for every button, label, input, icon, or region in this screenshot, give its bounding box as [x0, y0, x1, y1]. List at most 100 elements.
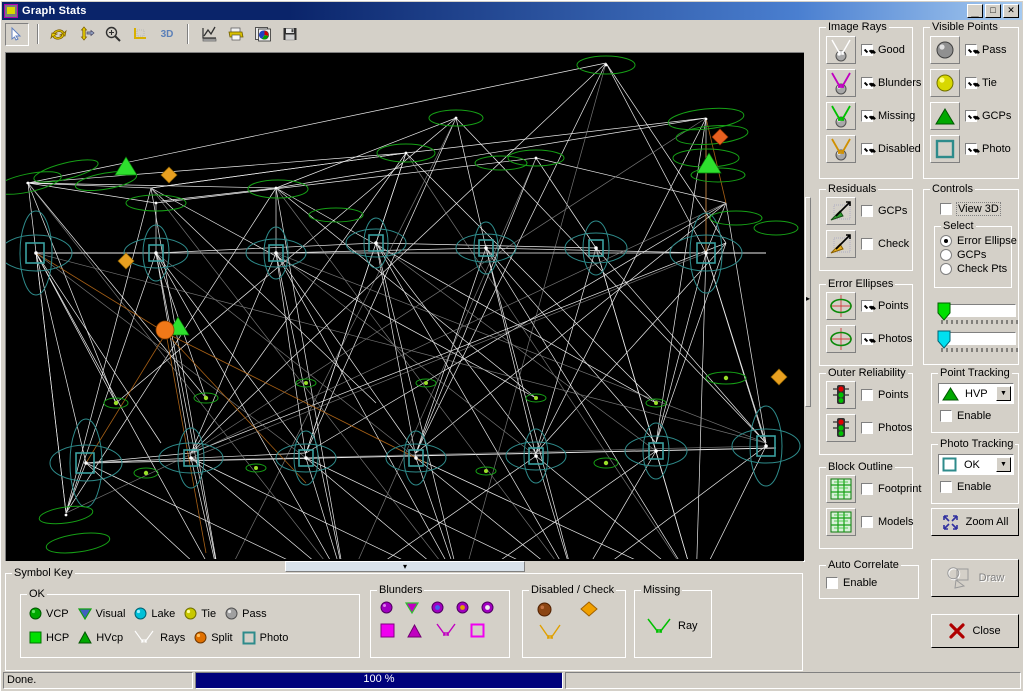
splitter-grip-horizontal[interactable]: ▾	[285, 561, 525, 572]
symbol-key-disabled-check-group: Disabled / Check	[522, 584, 626, 658]
error-ellipses-points-button[interactable]	[826, 292, 856, 320]
key-label: VCP	[46, 607, 69, 620]
key-label: HCP	[46, 631, 70, 644]
triangle-up-icon	[407, 623, 422, 637]
slider-track[interactable]	[944, 332, 1016, 345]
key-label: Ray	[678, 620, 698, 632]
traffic-light-icon	[833, 385, 849, 404]
ray-scale-slider[interactable]	[930, 330, 1018, 354]
key-split: Split	[194, 631, 233, 644]
select-error-ellipse-radio[interactable]	[940, 235, 952, 247]
key-visual: Visual	[77, 607, 125, 620]
select-check-pts-radio[interactable]	[940, 263, 952, 275]
rays-blunders-checkbox[interactable]	[861, 77, 873, 89]
rays-good-checkbox[interactable]	[861, 44, 873, 56]
print-button[interactable]	[224, 23, 248, 46]
rays-missing-button[interactable]	[826, 102, 856, 130]
error-ellipses-legend: Error Ellipses	[826, 278, 896, 290]
visible-points-pass-checkbox[interactable]	[965, 44, 977, 56]
vertical-splitter[interactable]: ▸	[804, 52, 812, 560]
chevron-down-icon[interactable]: ▼	[996, 457, 1011, 472]
view-3d-button[interactable]: 3D	[155, 23, 179, 46]
footprint-icon	[830, 478, 852, 500]
visible-points-row-pass: Pass	[930, 36, 1011, 64]
graph-button[interactable]	[197, 23, 221, 46]
select-gcps-radio[interactable]	[940, 249, 952, 261]
residuals-gcps-button[interactable]	[826, 197, 856, 225]
pan-move-button[interactable]	[74, 23, 98, 46]
horizontal-splitter[interactable]: ▾	[5, 561, 803, 572]
outer-reliability-points-button[interactable]	[826, 381, 856, 409]
circle-icon	[134, 607, 147, 620]
rays-blunders-button[interactable]	[826, 69, 856, 97]
symbol-key-blunders-group: Blunders	[370, 584, 510, 658]
photo-tracking-combo[interactable]: OK ▼	[938, 454, 1014, 475]
draw-button[interactable]: Draw	[931, 559, 1019, 597]
error-ellipses-photos-checkbox[interactable]	[861, 333, 873, 345]
error-ellipses-photos-button[interactable]	[826, 325, 856, 353]
point-tracking-enable-checkbox[interactable]	[940, 410, 952, 422]
zoom-button[interactable]	[101, 23, 125, 46]
visible-points-photo-button[interactable]	[930, 135, 960, 163]
slider-thumb[interactable]	[937, 302, 951, 321]
residuals-group: Residuals GCPs Check	[819, 183, 913, 271]
select-group: Select Error Ellipse GCPs Check Pts	[934, 220, 1017, 288]
block-outline-footprint-checkbox[interactable]	[861, 483, 873, 495]
close-button[interactable]: ✕	[1003, 4, 1019, 18]
visible-points-tie-checkbox[interactable]	[965, 77, 977, 89]
rays-disabled-checkbox[interactable]	[861, 143, 873, 155]
outer-reliability-photos-checkbox[interactable]	[861, 422, 873, 434]
save-button[interactable]	[278, 23, 302, 46]
rays-good-button[interactable]	[826, 36, 856, 64]
graph-canvas[interactable]	[5, 52, 805, 562]
close-action-button[interactable]: Close	[931, 614, 1019, 648]
outer-reliability-photos-button[interactable]	[826, 414, 856, 442]
palette-button[interactable]	[251, 23, 275, 46]
visible-points-tie-button[interactable]	[930, 69, 960, 97]
maximize-button[interactable]: □	[985, 4, 1001, 18]
triangle-icon	[942, 387, 959, 401]
photo-tracking-enable-row: Enable	[940, 481, 991, 493]
visible-points-gcps-checkbox[interactable]	[965, 110, 977, 122]
chevron-right-icon[interactable]: ▸	[805, 295, 811, 303]
circle-icon	[537, 602, 552, 616]
toolbar-separator-2	[187, 24, 189, 44]
axes-button[interactable]	[128, 23, 152, 46]
block-outline-models-checkbox[interactable]	[861, 516, 873, 528]
error-ellipses-points-checkbox[interactable]	[861, 300, 873, 312]
block-outline-row-models: Models	[826, 508, 921, 536]
residuals-check-button[interactable]	[826, 230, 856, 258]
chevron-down-icon[interactable]: ▼	[996, 386, 1011, 401]
select-error-ellipse-row: Error Ellipse	[940, 235, 1017, 247]
view-3d-checkbox[interactable]	[940, 203, 952, 215]
zoom-all-button[interactable]: Zoom All	[931, 508, 1019, 536]
point-tracking-combo[interactable]: HVP ▼	[938, 383, 1014, 404]
ellipse-scale-slider[interactable]	[930, 302, 1018, 326]
residuals-check-checkbox[interactable]	[861, 238, 873, 250]
visible-points-pass-button[interactable]	[930, 36, 960, 64]
slider-track[interactable]	[944, 304, 1016, 317]
visible-points-gcps-button[interactable]	[930, 102, 960, 130]
key-hcp: HCP	[29, 631, 69, 644]
traffic-light-icon	[833, 418, 849, 437]
rays-missing-checkbox[interactable]	[861, 110, 873, 122]
residuals-gcps-checkbox[interactable]	[861, 205, 873, 217]
rotate-button[interactable]	[47, 23, 71, 46]
outer-reliability-points-label: Points	[878, 389, 909, 401]
photo-tracking-enable-checkbox[interactable]	[940, 481, 952, 493]
key-label: Pass	[242, 607, 267, 620]
rays-disabled-button[interactable]	[826, 135, 856, 163]
visible-points-row-photo: Photo	[930, 135, 1011, 163]
visible-points-photo-checkbox[interactable]	[965, 143, 977, 155]
auto-correlate-checkbox[interactable]	[826, 577, 838, 589]
circle-icon	[184, 607, 197, 620]
rays-icon	[134, 630, 154, 643]
square-open-icon	[470, 623, 485, 638]
minimize-button[interactable]: _	[967, 4, 983, 18]
view-3d-row: View 3D	[940, 202, 1001, 216]
outer-reliability-points-checkbox[interactable]	[861, 389, 873, 401]
slider-thumb[interactable]	[937, 330, 951, 349]
select-arrow-button[interactable]	[5, 22, 29, 46]
block-outline-models-button[interactable]	[826, 508, 856, 536]
block-outline-footprint-button[interactable]	[826, 475, 856, 503]
